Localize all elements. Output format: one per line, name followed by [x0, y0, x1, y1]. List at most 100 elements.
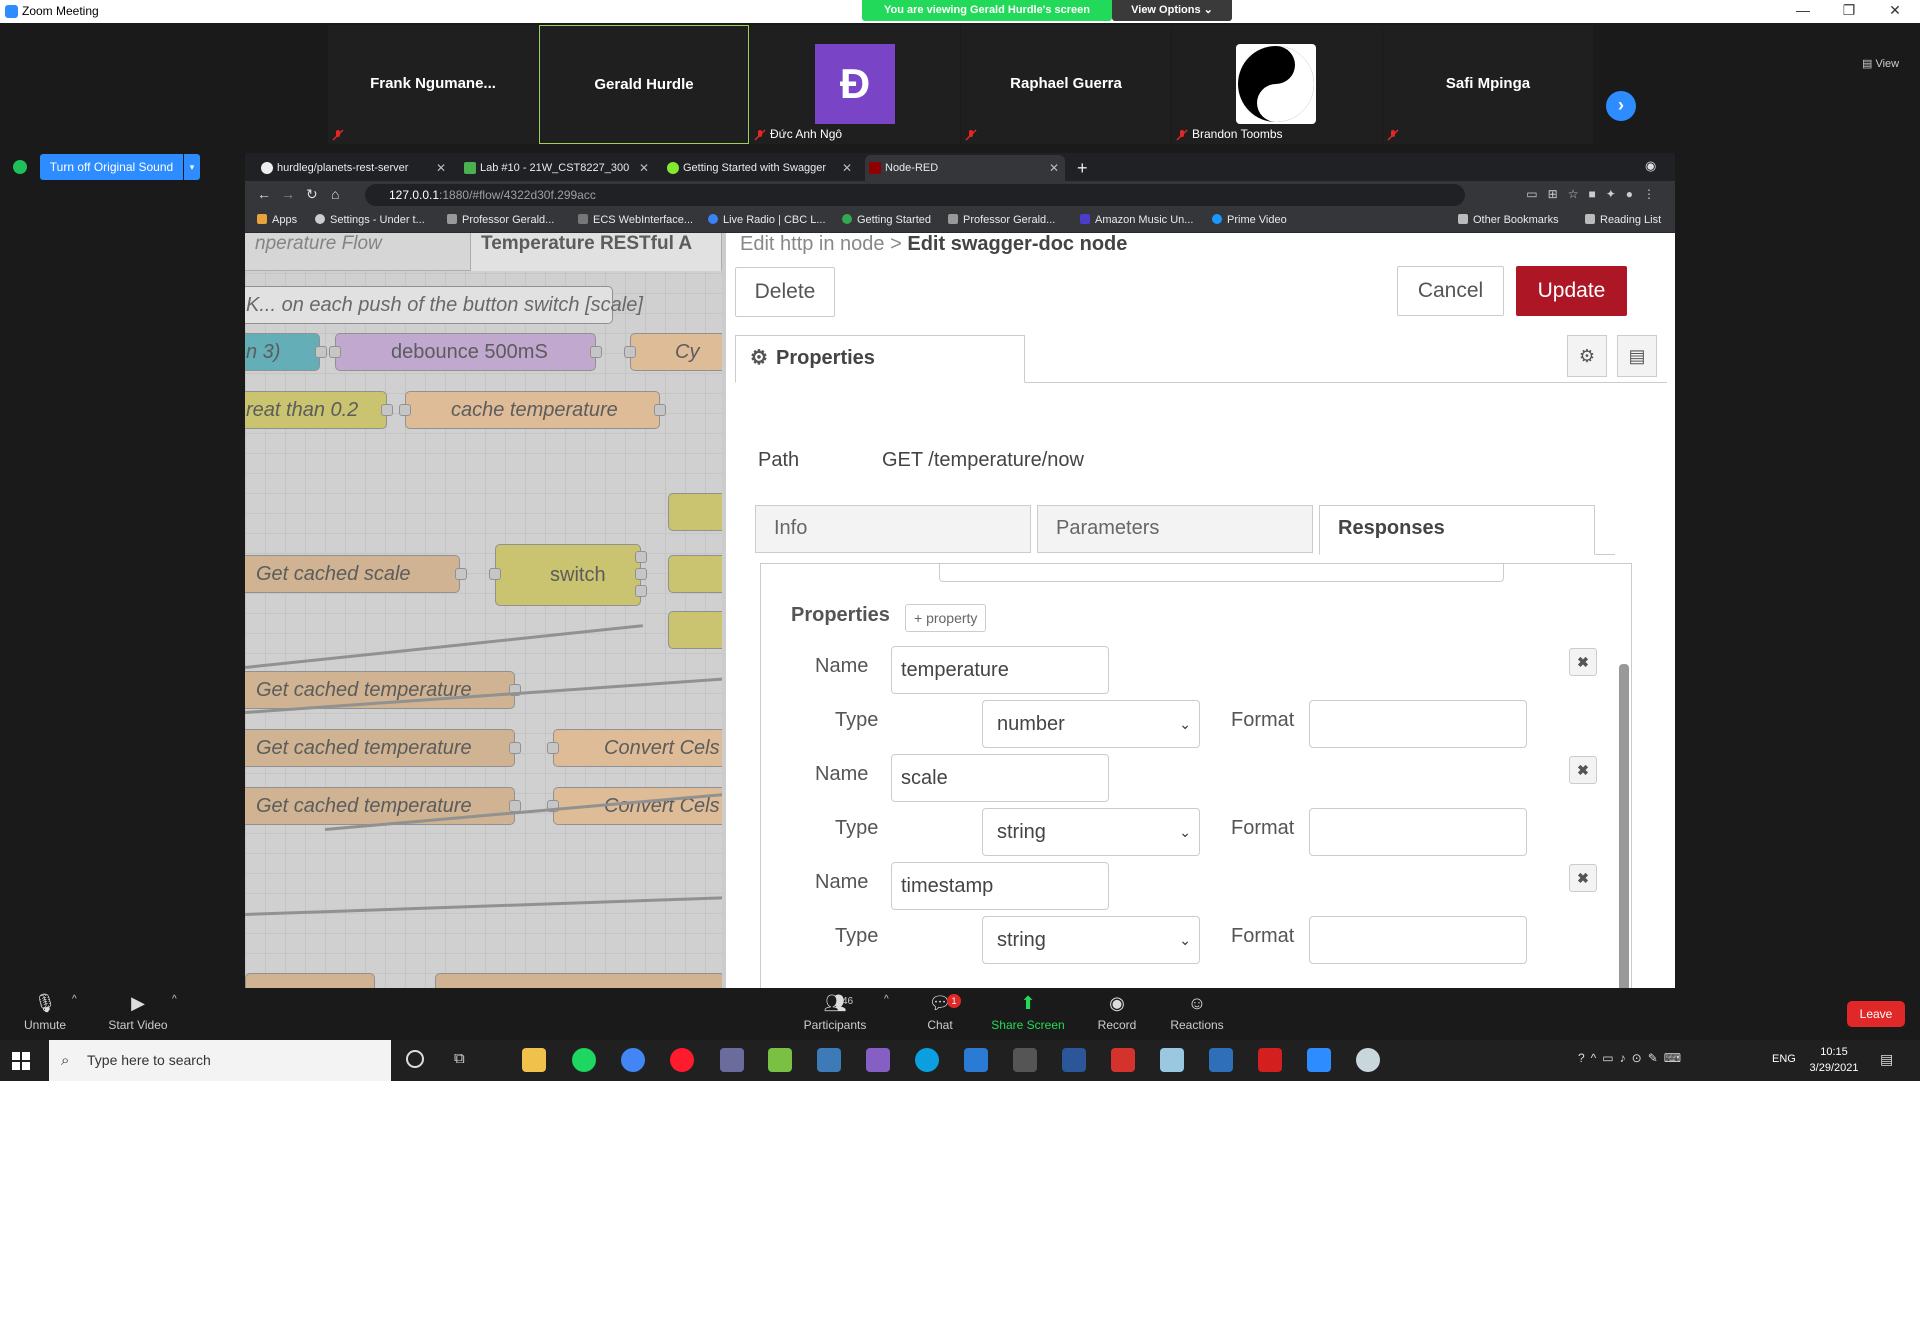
task-view-icon[interactable]: ⧉ [454, 1050, 465, 1067]
cortana-icon[interactable] [406, 1050, 424, 1068]
filezilla-icon[interactable] [1111, 1048, 1135, 1072]
close-tab-icon[interactable]: ✕ [842, 155, 852, 181]
property-format-input[interactable] [1309, 808, 1527, 856]
share-screen-button[interactable]: ⬆ Share Screen [983, 992, 1073, 1032]
settings-gear-icon[interactable]: ⚙ [1567, 335, 1607, 377]
delete-button[interactable]: Delete [735, 267, 835, 317]
participants-options-icon[interactable]: ^ [884, 994, 889, 1005]
flow-node[interactable] [435, 973, 722, 988]
description-doc-icon[interactable]: ▤ [1617, 335, 1657, 377]
visual-studio-icon[interactable] [866, 1048, 890, 1072]
property-name-input[interactable]: temperature [891, 646, 1109, 694]
flow-node[interactable] [245, 973, 375, 988]
spotify-icon[interactable] [572, 1048, 596, 1072]
flow-tab[interactable]: nperature Flow [245, 233, 392, 271]
opera-icon[interactable] [670, 1048, 694, 1072]
leave-button[interactable]: Leave [1847, 1001, 1905, 1027]
property-name-input[interactable]: scale [891, 754, 1109, 802]
property-format-input[interactable] [1309, 916, 1527, 964]
property-format-input[interactable] [1309, 700, 1527, 748]
switch-node[interactable]: reat than 0.2 [245, 391, 387, 429]
view-options-button[interactable]: View Options ⌄ [1112, 0, 1232, 21]
discord-icon[interactable] [720, 1048, 744, 1072]
participant-tile[interactable]: Frank Ngumane... [328, 25, 538, 144]
participants-button[interactable]: 👥︎ 46 Participants [790, 992, 880, 1032]
notifications-icon[interactable]: ▤ [1880, 1051, 1893, 1068]
bookmark-item[interactable]: Amazon Music Un... [1080, 214, 1193, 226]
edge-icon[interactable] [915, 1048, 939, 1072]
tab-parameters[interactable]: Parameters [1037, 505, 1313, 553]
view-layout-button[interactable]: ▤ View [1862, 57, 1899, 70]
reload-icon[interactable]: ↻ [306, 186, 318, 203]
chrome-icon[interactable] [621, 1048, 645, 1072]
chat-button[interactable]: 💬︎ 1 Chat [895, 992, 985, 1032]
close-tab-icon[interactable]: ✕ [639, 155, 649, 181]
extension-icons[interactable]: ▭⊞☆■✦●⋮ [1526, 187, 1665, 201]
clock[interactable]: 10:15 3/29/2021 [1804, 1044, 1864, 1076]
file-explorer-icon[interactable] [522, 1048, 546, 1072]
new-tab-icon[interactable]: + [1077, 155, 1088, 181]
reading-list[interactable]: Reading List [1585, 214, 1661, 226]
node-red-workspace[interactable]: nperature Flow Temperature RESTful A K..… [245, 233, 722, 988]
remove-property-icon[interactable]: ✖ [1569, 864, 1597, 892]
flow-node[interactable]: n 3) [245, 333, 320, 371]
flow-tab-active[interactable]: Temperature RESTful A [470, 233, 722, 271]
live-app-icon[interactable] [1013, 1048, 1037, 1072]
scrollbar[interactable] [1619, 664, 1629, 988]
browser-tab[interactable]: Lab #10 - 21W_CST8227_300 ✕ [460, 155, 655, 181]
original-sound-button[interactable]: Turn off Original Sound [40, 154, 183, 180]
comment-node[interactable]: K... on each push of the button switch [… [245, 286, 643, 324]
app-icon[interactable] [1209, 1048, 1233, 1072]
zoom-icon[interactable] [1307, 1048, 1331, 1072]
participant-tile[interactable]: Raphael Guerra [961, 25, 1171, 144]
bookmark-item[interactable]: Getting Started [842, 214, 931, 226]
url-input[interactable]: 127.0.0.1:1880/#flow/4322d30f.299acc [365, 184, 1465, 206]
change-node[interactable] [668, 611, 722, 649]
tab-info[interactable]: Info [755, 505, 1031, 553]
tab-responses[interactable]: Responses [1319, 505, 1595, 555]
get-scale-node[interactable]: Get cached scale [245, 555, 460, 593]
record-button[interactable]: ◉ Record [1072, 992, 1162, 1032]
cancel-button[interactable]: Cancel [1397, 266, 1504, 316]
reactions-button[interactable]: ☺ Reactions [1152, 992, 1242, 1032]
bookmark-item[interactable]: Professor Gerald... [948, 214, 1055, 226]
tab-properties[interactable]: ⚙ Properties [735, 335, 1025, 383]
other-bookmarks[interactable]: Other Bookmarks [1458, 214, 1559, 226]
home-icon[interactable]: ⌂ [331, 186, 339, 202]
language-indicator[interactable]: ENG [1772, 1053, 1796, 1065]
close-tab-icon[interactable]: ✕ [436, 155, 446, 181]
bookmark-item[interactable]: Settings - Under t... [315, 214, 425, 226]
taskbar-search-input[interactable]: ⌕ Type here to search [49, 1040, 391, 1081]
property-name-input[interactable]: timestamp [891, 862, 1109, 910]
breadcrumb-parent[interactable]: Edit http in node > [740, 233, 902, 255]
browser-tab[interactable]: Getting Started with Swagger ✕ [663, 155, 858, 181]
bookmark-item[interactable]: Live Radio | CBC L... [708, 214, 826, 226]
close-window-icon[interactable]: ✕ [1872, 0, 1918, 22]
start-video-button[interactable]: ▶ Start Video [93, 992, 183, 1032]
participant-tile-active[interactable]: Gerald Hurdle [539, 25, 749, 144]
mail-icon[interactable] [964, 1048, 988, 1072]
browser-profile-icon[interactable]: ◉ [1645, 158, 1656, 174]
back-icon[interactable]: ← [257, 186, 271, 202]
minimize-icon[interactable]: — [1780, 0, 1826, 22]
debounce-node[interactable]: debounce 500mS [335, 333, 596, 371]
acrobat-icon[interactable] [1258, 1048, 1282, 1072]
close-tab-icon[interactable]: ✕ [1049, 155, 1059, 181]
property-type-select[interactable]: number ⌄ [982, 700, 1200, 748]
get-temp-node[interactable]: Get cached temperature [245, 787, 515, 825]
word-icon[interactable] [1062, 1048, 1086, 1072]
audio-options-icon[interactable]: ^ [72, 994, 77, 1005]
app-icon[interactable] [1160, 1048, 1184, 1072]
property-type-select[interactable]: string ⌄ [982, 916, 1200, 964]
bookmark-item[interactable]: ECS WebInterface... [578, 214, 693, 226]
participant-tile[interactable]: Safi Mpinga [1383, 25, 1593, 144]
property-type-select[interactable]: string ⌄ [982, 808, 1200, 856]
bookmark-item[interactable]: Prime Video [1212, 214, 1287, 226]
switch-node[interactable]: switch [495, 544, 641, 606]
system-tray-icons[interactable]: ?^▭♪⊙✎⌨ [1578, 1051, 1687, 1065]
function-node[interactable]: Convert Cels [553, 729, 722, 767]
function-node[interactable]: cache temperature [405, 391, 660, 429]
remove-property-icon[interactable]: ✖ [1569, 756, 1597, 784]
app-icon[interactable] [768, 1048, 792, 1072]
get-temp-node[interactable]: Get cached temperature [245, 729, 515, 767]
